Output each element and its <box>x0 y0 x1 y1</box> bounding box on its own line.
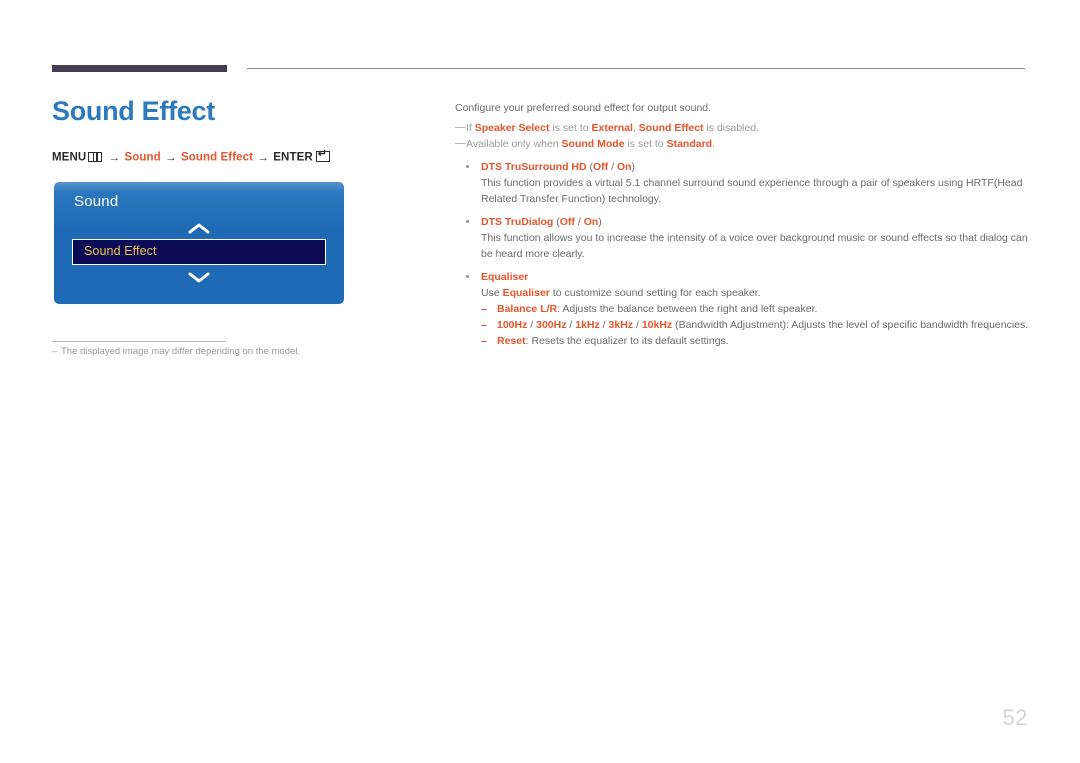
feature-description: Use Equaliser to customize sound setting… <box>455 285 1030 301</box>
feature-title-text: Equaliser <box>481 271 529 283</box>
menu-path-step-sound: Sound <box>124 151 161 164</box>
feature-description: This function allows you to increase the… <box>455 230 1030 262</box>
enter-return-icon <box>315 149 330 162</box>
plain-text: is set to <box>549 122 592 134</box>
intro-text: Configure your preferred sound effect fo… <box>455 102 712 114</box>
accent-term: Equaliser <box>502 287 550 299</box>
accent-term: External <box>591 122 633 134</box>
note-dash-icon: — <box>455 137 466 149</box>
accent-term: Standard <box>666 138 713 150</box>
footnote-text: The displayed image may differ depending… <box>61 346 301 357</box>
feature-item: DTS TruDialog (Off / On) This function al… <box>455 214 1030 262</box>
feature-title-text: DTS TruSurround HD <box>481 161 587 173</box>
feature-description: This function provides a virtual 5.1 cha… <box>455 175 1030 207</box>
accent-term: 100Hz <box>497 319 528 331</box>
menu-path-menu-label: MENU <box>52 151 87 164</box>
feature-sub-item: –100Hz / 300Hz / 1kHz / 3kHz / 10kHz (Ba… <box>455 317 1030 333</box>
feature-item: Equaliser Use Equaliser to customize soun… <box>455 269 1030 349</box>
plain-text: : Resets the equalizer to its default se… <box>525 335 729 347</box>
plain-text: This function provides a virtual 5.1 cha… <box>481 177 1023 205</box>
menu-path-enter-label: ENTER <box>273 151 313 164</box>
chevron-up-icon[interactable] <box>54 221 344 239</box>
plain-text: is disabled. <box>703 122 759 134</box>
accent-term: Balance L/R <box>497 303 558 315</box>
sub-dash-icon: – <box>481 303 487 315</box>
plain-text: / <box>633 319 642 331</box>
feature-title: DTS TruDialog (Off / On) <box>455 214 1030 230</box>
tv-menu-selected-label: Sound Effect <box>84 244 157 258</box>
feature-option-value: On <box>583 216 599 228</box>
feature-option-value: Off <box>593 161 609 173</box>
feature-sub-item: – Balance L/R: Adjusts the balance betwee… <box>455 301 1030 317</box>
plain-text: Available only when <box>466 138 562 150</box>
note-line: — Available only when Sound Mode is set t… <box>455 136 1030 152</box>
tv-menu-title: Sound <box>74 193 119 210</box>
plain-text: / <box>599 319 609 331</box>
accent-term: 1kHz <box>575 319 600 331</box>
sub-dash-icon: – <box>481 319 487 331</box>
menu-path-step-sound-effect: Sound Effect <box>180 151 254 164</box>
accent-term: Sound Mode <box>561 138 625 150</box>
plain-text: Use <box>481 287 503 299</box>
accent-term: Speaker Select <box>474 122 550 134</box>
feature-sub-item: – Reset: Resets the equalizer to its defa… <box>455 333 1030 349</box>
plain-text: : Adjusts the balance between the right … <box>557 303 818 315</box>
feature-title-text: DTS TruDialog <box>481 216 554 228</box>
bullet-dot-icon <box>466 165 469 168</box>
plain-text: . <box>712 138 715 150</box>
page-title: Sound Effect <box>52 96 215 126</box>
feature-options: (Off / On) <box>553 216 602 228</box>
footnote-dash: – <box>52 346 58 357</box>
page-number: 52 <box>1002 705 1028 730</box>
accent-term: Reset <box>497 335 526 347</box>
footnote-divider <box>52 341 226 342</box>
content-column: Configure your preferred sound effect fo… <box>455 100 1030 349</box>
plain-text: This function allows you to increase the… <box>481 232 1028 260</box>
bullet-dot-icon <box>466 220 469 223</box>
tv-menu-selected-row[interactable]: Sound Effect <box>72 239 326 265</box>
menu-path-arrow-2: → <box>165 151 177 164</box>
accent-term: Sound Effect <box>638 122 704 134</box>
menu-grid-icon <box>88 151 103 162</box>
tv-menu-panel: Sound Sound Effect <box>54 182 344 304</box>
bullet-dot-icon <box>466 275 469 278</box>
chevron-down-icon[interactable] <box>54 270 344 288</box>
feature-option-value: Off <box>559 216 575 228</box>
feature-title: DTS TruSurround HD (Off / On) <box>455 159 1030 175</box>
feature-item: DTS TruSurround HD (Off / On) This functi… <box>455 159 1030 207</box>
feature-title: Equaliser <box>455 269 1030 285</box>
feature-option-value: On <box>616 161 632 173</box>
accent-term: 10kHz <box>641 319 673 331</box>
feature-list: DTS TruSurround HD (Off / On) This functi… <box>455 159 1030 349</box>
sub-dash-icon: – <box>481 335 487 347</box>
plain-text: to customize sound setting for each spea… <box>549 287 761 299</box>
accent-term: 300Hz <box>536 319 567 331</box>
feature-options: (Off / On) <box>586 161 636 173</box>
plain-text: is set to <box>624 138 667 150</box>
footnote: – The displayed image may differ dependin… <box>52 345 382 359</box>
plain-text: / <box>527 319 537 331</box>
note-dash-icon: — <box>455 121 466 133</box>
menu-path-arrow-1: → <box>108 151 121 164</box>
accent-term: 3kHz <box>608 319 634 331</box>
notes-list: — If Speaker Select is set to External, S… <box>455 120 1030 152</box>
left-column: Sound Effect MENU → Sound → Sound Effect… <box>0 0 440 763</box>
note-line: — If Speaker Select is set to External, S… <box>455 120 1030 136</box>
plain-text: / <box>566 319 576 331</box>
menu-path-breadcrumb: MENU → Sound → Sound Effect → ENTER <box>52 149 330 164</box>
menu-path-arrow-3: → <box>257 151 269 164</box>
plain-text: (Bandwidth Adjustment): Adjusts the leve… <box>672 319 1029 331</box>
plain-text: If <box>466 122 475 134</box>
